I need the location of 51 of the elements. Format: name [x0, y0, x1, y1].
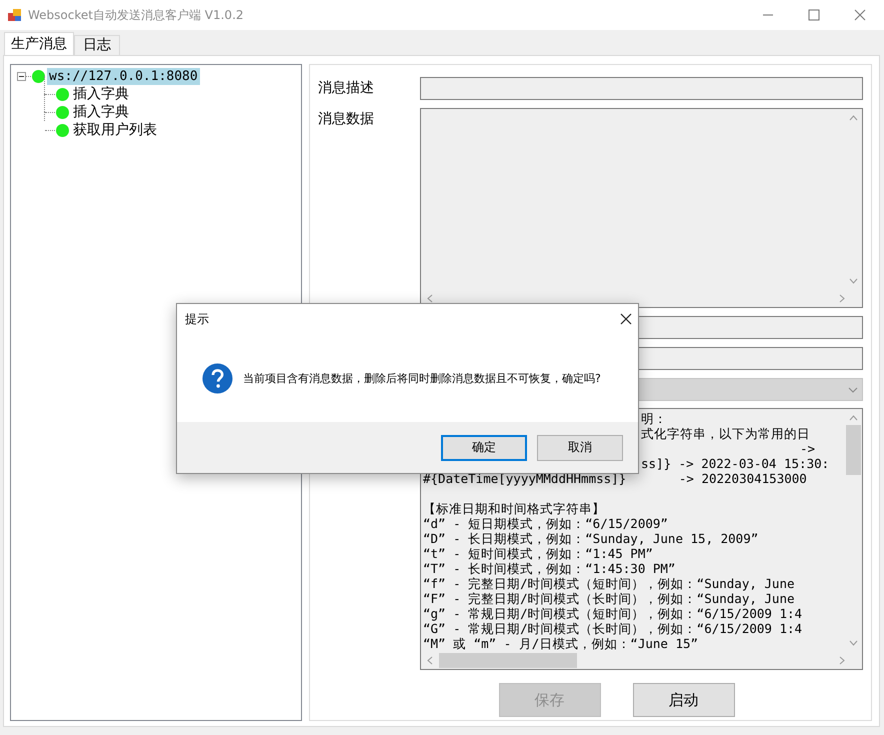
scroll-left-icon[interactable] [427, 294, 433, 303]
text-line: “g” - 常规日期/时间模式（短时间），例如：“6/15/2009 1:4 [423, 606, 802, 621]
maximize-icon[interactable] [808, 9, 820, 21]
text-line: “f” - 完整日期/时间模式（短时间），例如：“Sunday, June [423, 576, 795, 591]
tab[interactable]: 日志 [74, 35, 120, 55]
dialog-title: 提示 [185, 310, 209, 328]
window-title: Websocket自动发送消息客户端 V1.0.2 [28, 6, 245, 24]
dialog-button[interactable]: 取消 [537, 434, 623, 460]
text-line: ss]} -> 2022-03-04 15:30: [641, 456, 830, 471]
question-icon [202, 362, 233, 394]
status-dot-icon [56, 124, 69, 136]
text-line: “T” - 长时间模式，例如：“1:45:30 PM” [423, 561, 676, 576]
app-icon [8, 8, 22, 22]
text-line: “M” 或 “m” - 月/日模式，例如：“June 15” [423, 636, 698, 651]
collapse-icon[interactable] [17, 72, 26, 80]
field-label: 消息数据 [318, 111, 374, 127]
tree-item[interactable]: 插入字典 [71, 104, 131, 120]
close-icon[interactable] [620, 313, 632, 325]
text-line: 【标准日期和时间格式字符串】 [423, 501, 605, 516]
scroll-up-icon[interactable] [849, 115, 858, 121]
scroll-right-icon[interactable] [839, 294, 845, 303]
text-line: “t” - 短时间模式，例如：“1:45 PM” [423, 546, 653, 561]
field-label: 消息描述 [318, 80, 374, 96]
text-line: “F” - 完整日期/时间模式（长时间），例如：“Sunday, June [423, 591, 795, 606]
dialog-message: 当前项目含有消息数据，删除后将同时删除消息数据且不可恢复，确定吗? [243, 370, 601, 386]
scroll-down-icon[interactable] [849, 640, 858, 646]
tree-item[interactable]: ws://127.0.0.1:8080 [47, 68, 200, 84]
tab[interactable]: 生产消息 [4, 32, 74, 55]
action-button[interactable]: 启动 [632, 683, 734, 717]
scroll-down-icon[interactable] [849, 278, 858, 284]
chevron-down-icon [848, 386, 858, 392]
scroll-up-icon[interactable] [849, 415, 858, 421]
text-line: “D” - 长日期模式，例如：“Sunday, June 15, 2009” [423, 531, 758, 546]
text-line: 式化字符串，以下为常用的日 [641, 426, 810, 441]
input-field[interactable] [420, 77, 863, 100]
tree-item[interactable]: 获取用户列表 [71, 122, 159, 138]
text-line: #{DateTime[yyyyMMddHHmmss]} -> 20220304153000 [423, 471, 807, 486]
text-line: “G” - 常规日期/时间模式（长时间），例如：“6/15/2009 1:4 [423, 621, 802, 636]
text-line: “d” - 短日期模式，例如：“6/15/2009” [423, 516, 668, 531]
dialog-button[interactable]: 确定 [441, 434, 527, 460]
input-field[interactable] [420, 108, 863, 308]
status-dot-icon [32, 70, 45, 82]
status-dot-icon [56, 106, 69, 118]
text-line: -> [800, 441, 815, 456]
scroll-left-icon[interactable] [427, 656, 433, 665]
scroll-right-icon[interactable] [839, 656, 845, 665]
status-dot-icon [56, 88, 69, 100]
tree-item[interactable]: 插入字典 [71, 86, 131, 102]
text-line: 明： [641, 411, 667, 426]
scroll-thumb[interactable] [846, 425, 861, 475]
scroll-thumb[interactable] [439, 653, 577, 668]
